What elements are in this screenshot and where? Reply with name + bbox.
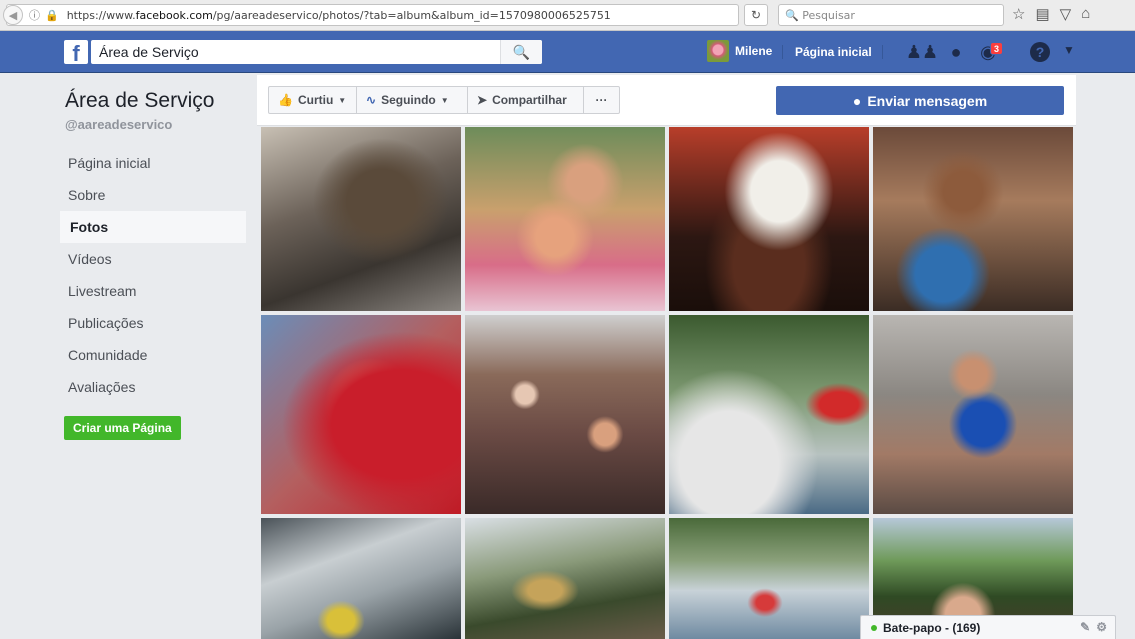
send-message-button[interactable]: ● Enviar mensagem xyxy=(776,86,1064,115)
lock-icon[interactable]: 🔒 xyxy=(45,9,59,22)
pocket-icon[interactable]: ▽ xyxy=(1060,5,1072,23)
liked-button[interactable]: 👍 Curtiu ▼ xyxy=(268,86,357,114)
reload-icon[interactable]: ↻ xyxy=(744,4,768,26)
messenger-bubble-icon: ● xyxy=(852,92,862,109)
address-bar[interactable]: ◀ ⓘ 🔒 https://www.facebook.com/pg/aaread… xyxy=(3,4,739,26)
nav-item-videos[interactable]: Vídeos xyxy=(60,243,246,275)
nav-item-pagina-inicial[interactable]: Página inicial xyxy=(60,147,246,179)
page-action-bar: 👍 Curtiu ▼ ∿ Seguindo ▼ ➤ Compartilhar ·… xyxy=(257,75,1076,126)
star-icon[interactable]: ☆ xyxy=(1012,5,1025,23)
user-name[interactable]: Milene xyxy=(735,44,772,58)
nav-item-livestream[interactable]: Livestream xyxy=(60,275,246,307)
page-nav: Página inicial Sobre Fotos Vídeos Livest… xyxy=(60,147,246,403)
facebook-header: f 🔍 Milene Página inicial ♟♟ ● ◉3 ? ▼ xyxy=(0,31,1135,73)
following-button[interactable]: ∿ Seguindo ▼ xyxy=(356,86,468,114)
chat-label: Bate-papo - (169) xyxy=(883,620,981,635)
profile-link[interactable]: Milene xyxy=(707,40,772,62)
browser-icons: ☆ ▤ ▽ ⌂ xyxy=(1012,5,1090,23)
share-label: Compartilhar xyxy=(492,93,567,107)
home-icon[interactable]: ⌂ xyxy=(1081,5,1090,23)
album-photo[interactable] xyxy=(873,127,1073,311)
gear-icon[interactable]: ⚙ xyxy=(1096,620,1107,634)
chevron-down-icon: ▼ xyxy=(338,95,347,105)
nav-item-avaliacoes[interactable]: Avaliações xyxy=(60,371,246,403)
album-photo[interactable] xyxy=(465,127,665,311)
following-label: Seguindo xyxy=(381,93,436,107)
album-photo[interactable] xyxy=(465,518,665,639)
page-title[interactable]: Área de Serviço xyxy=(65,89,214,113)
notifications-badge: 3 xyxy=(990,42,1003,55)
caret-down-icon[interactable]: ▼ xyxy=(1063,43,1075,57)
chevron-down-icon: ▼ xyxy=(440,95,449,105)
search-icon[interactable]: 🔍 xyxy=(500,40,542,64)
header-divider xyxy=(782,45,783,59)
share-arrow-icon: ➤ xyxy=(477,93,488,107)
thumbs-up-icon: 👍 xyxy=(278,93,293,107)
chat-tab[interactable]: Bate-papo - (169) ✎ ⚙ xyxy=(860,615,1116,639)
album-photo[interactable] xyxy=(669,127,869,311)
photo-grid xyxy=(261,127,1073,639)
browser-toolbar: ◀ ⓘ 🔒 https://www.facebook.com/pg/aaread… xyxy=(0,0,1135,31)
compose-icon[interactable]: ✎ xyxy=(1080,620,1090,634)
page-handle[interactable]: @aareadeservico xyxy=(65,117,172,132)
messenger-icon[interactable]: ● xyxy=(944,40,968,64)
more-options-button[interactable]: ··· xyxy=(583,86,620,114)
facebook-search[interactable]: 🔍 xyxy=(91,40,542,64)
url-text[interactable]: https://www.facebook.com/pg/aareadeservi… xyxy=(67,9,611,22)
header-divider xyxy=(882,45,883,59)
avatar[interactable] xyxy=(707,40,729,62)
album-photo[interactable] xyxy=(261,315,461,514)
send-message-label: Enviar mensagem xyxy=(867,92,988,109)
browser-search-input[interactable]: 🔍 Pesquisar xyxy=(778,4,1004,26)
info-icon[interactable]: ⓘ xyxy=(29,7,40,23)
rss-icon: ∿ xyxy=(366,93,377,107)
globe-icon[interactable]: ◉ 3 xyxy=(976,40,1003,64)
chat-icons: ✎ ⚙ xyxy=(1080,620,1107,634)
album-photo[interactable] xyxy=(465,315,665,514)
nav-item-publicacoes[interactable]: Publicações xyxy=(60,307,246,339)
album-photo[interactable] xyxy=(669,518,869,639)
online-dot xyxy=(871,624,877,631)
album-photo[interactable] xyxy=(261,518,461,639)
album-photo[interactable] xyxy=(873,315,1073,514)
browser-search-placeholder: Pesquisar xyxy=(802,8,855,22)
bookmarks-icon[interactable]: ▤ xyxy=(1035,5,1049,23)
nav-item-fotos[interactable]: Fotos xyxy=(60,211,246,243)
facebook-logo[interactable]: f xyxy=(64,40,88,64)
create-page-button[interactable]: Criar uma Página xyxy=(64,416,181,440)
share-button[interactable]: ➤ Compartilhar xyxy=(467,86,584,114)
home-link[interactable]: Página inicial xyxy=(795,45,872,59)
liked-label: Curtiu xyxy=(297,93,334,107)
search-input[interactable] xyxy=(91,41,491,63)
nav-item-comunidade[interactable]: Comunidade xyxy=(60,339,246,371)
nav-item-sobre[interactable]: Sobre xyxy=(60,179,246,211)
album-photo[interactable] xyxy=(669,315,869,514)
album-photo[interactable] xyxy=(261,127,461,311)
friends-icon[interactable]: ♟♟ xyxy=(906,40,938,64)
help-icon[interactable]: ? xyxy=(1030,42,1050,62)
back-arrow-icon[interactable]: ◀ xyxy=(3,5,23,25)
